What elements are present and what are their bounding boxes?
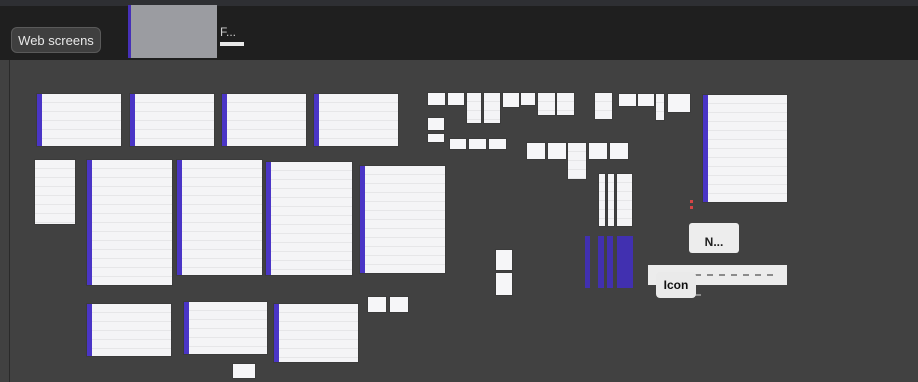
component-frame[interactable]: [428, 118, 444, 130]
component-frame[interactable]: [467, 93, 481, 123]
component-frame[interactable]: [595, 93, 612, 119]
sidebar-component[interactable]: [598, 236, 604, 288]
component-frame[interactable]: [521, 93, 535, 105]
icon-label[interactable]: Icon: [656, 272, 696, 298]
screen-frame[interactable]: [222, 94, 306, 146]
screen-frame[interactable]: [274, 304, 358, 362]
marker: [690, 200, 693, 203]
frame-thumbnail-bar: [220, 42, 244, 46]
component-frame[interactable]: [496, 273, 512, 295]
screen-frame[interactable]: [37, 94, 121, 146]
component-frame[interactable]: [450, 139, 466, 149]
component-frame[interactable]: [619, 94, 636, 106]
component-frame[interactable]: [390, 297, 408, 312]
sidebar-component[interactable]: [617, 236, 633, 288]
screen-frame[interactable]: [266, 162, 352, 275]
frame-thumbnail-label: F...: [220, 25, 237, 39]
component-frame[interactable]: [548, 143, 566, 159]
screen-frame[interactable]: [87, 304, 171, 356]
component-frame[interactable]: [589, 143, 607, 159]
component-frame[interactable]: [496, 250, 512, 270]
component-frame[interactable]: [610, 143, 628, 159]
component-frame[interactable]: [233, 364, 255, 378]
component-frame[interactable]: [503, 93, 519, 107]
dash-icon: [731, 273, 737, 276]
component-frame[interactable]: [638, 94, 654, 106]
component-frame[interactable]: [428, 134, 444, 142]
screen-frame[interactable]: [703, 95, 787, 202]
screen-frame[interactable]: [177, 160, 262, 275]
component-frame[interactable]: [527, 143, 545, 159]
component-frame[interactable]: [568, 143, 586, 179]
component-frame[interactable]: [469, 139, 486, 149]
dash-icon: [767, 273, 773, 276]
marker: [690, 206, 693, 209]
component-frame[interactable]: [557, 93, 574, 115]
component-frame[interactable]: [538, 93, 555, 115]
component-frame[interactable]: [656, 94, 664, 120]
screen-frame[interactable]: [130, 94, 214, 146]
sidebar-component[interactable]: [607, 236, 613, 288]
component-frame[interactable]: [668, 94, 690, 112]
component-frame[interactable]: [617, 174, 632, 226]
component-frame[interactable]: [489, 139, 506, 149]
canvas-divider: [9, 60, 10, 382]
web-screens-tab[interactable]: Web screens: [11, 27, 101, 53]
component-frame[interactable]: [484, 93, 500, 123]
dash-icon: [707, 273, 713, 276]
frame-thumbnail[interactable]: [128, 5, 217, 58]
screen-frame[interactable]: [314, 94, 398, 146]
sidebar-component[interactable]: [585, 236, 590, 288]
dash-icon: [719, 273, 725, 276]
component-frame[interactable]: [368, 297, 386, 312]
dash-icon: [743, 273, 749, 276]
dash-icon: [755, 273, 761, 276]
component-name-label[interactable]: N...: [689, 223, 739, 253]
component-frame[interactable]: [599, 174, 605, 226]
screen-frame[interactable]: [184, 302, 267, 354]
screen-frame[interactable]: [87, 160, 172, 285]
component-frame[interactable]: [608, 174, 614, 226]
screen-frame[interactable]: [35, 160, 75, 224]
component-frame[interactable]: [428, 93, 445, 105]
component-frame[interactable]: [448, 93, 464, 105]
screen-frame[interactable]: [360, 166, 445, 273]
